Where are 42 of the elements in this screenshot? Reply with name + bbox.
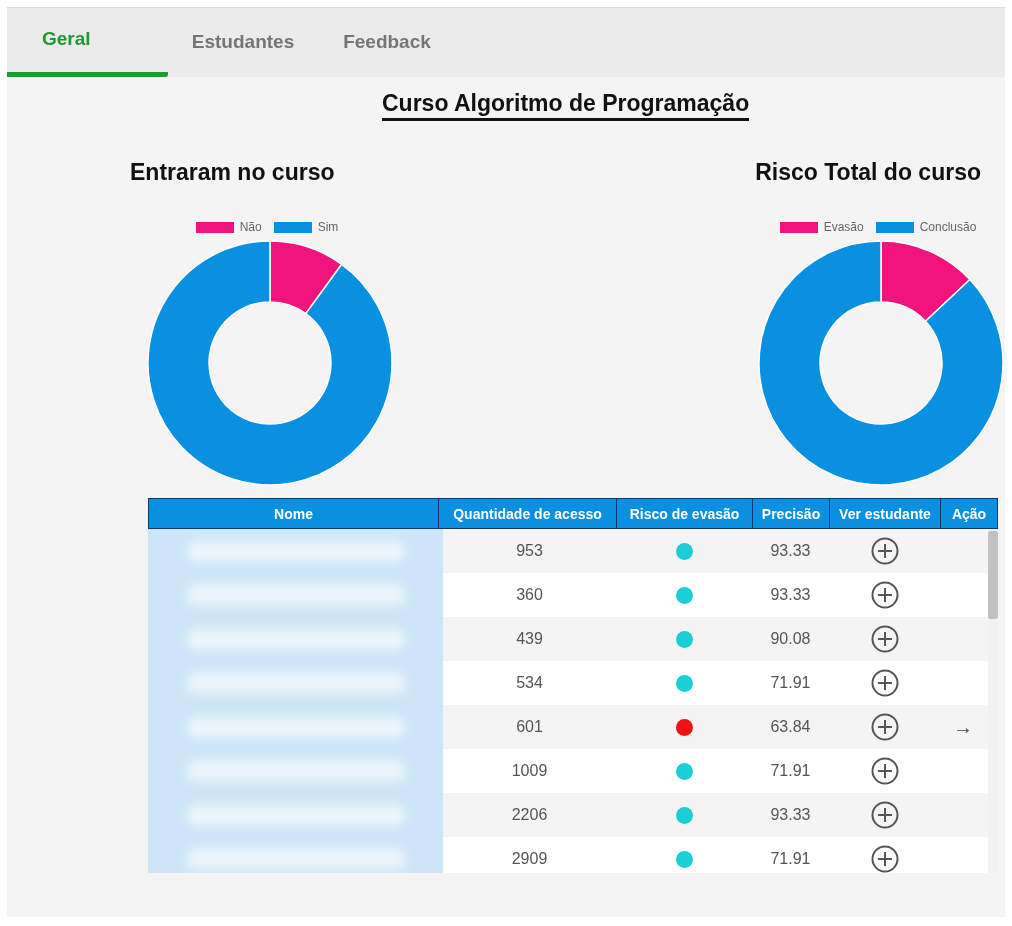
add-circle-icon[interactable] (870, 801, 899, 829)
table-cell-text: 2909 (510, 849, 549, 869)
scrollbar-thumb[interactable] (988, 531, 998, 619)
table-cell-text: 439 (515, 629, 544, 649)
course-title: Curso Algoritmo de Programação (382, 90, 750, 121)
table-cell-text: 1009 (510, 761, 549, 781)
legend-label: Sim (317, 220, 339, 234)
table-cell-text: 71.91 (769, 849, 812, 869)
add-circle-icon[interactable] (870, 845, 899, 873)
table-cell-text: 63.84 (769, 717, 812, 737)
add-circle-icon[interactable] (870, 537, 899, 565)
chart-title: Entraram no curso (130, 159, 335, 186)
legend-label: Evasão (823, 220, 864, 234)
table-cell-text: 93.33 (769, 541, 812, 561)
table-cell-text: 360 (515, 585, 544, 605)
table-cell-text: 71.91 (769, 761, 812, 781)
add-circle-icon[interactable] (870, 669, 899, 697)
legend-label: Conclusão (919, 220, 977, 234)
add-circle-icon[interactable] (870, 581, 899, 609)
tab[interactable]: Geral (7, 8, 168, 77)
table-cell-text: 93.33 (769, 805, 812, 825)
table-cell-text: 71.91 (769, 673, 812, 693)
table-cell-text: 2206 (510, 805, 549, 825)
legend-label: Não (239, 220, 262, 234)
add-circle-icon[interactable] (870, 757, 899, 785)
column-header: Ver estudante (830, 499, 941, 528)
table-cell-text: 90.08 (769, 629, 812, 649)
table-cell-text: 601 (515, 717, 544, 737)
table-cell-text: 93.33 (769, 585, 812, 605)
table-cell-text: 534 (515, 673, 544, 693)
tab[interactable]: Feedback (322, 8, 452, 77)
action-link[interactable]: → (953, 715, 973, 739)
add-circle-icon[interactable] (870, 625, 899, 653)
column-header: Precisão (753, 499, 830, 528)
table-cell-text: 953 (515, 541, 544, 561)
tab[interactable]: Estudantes (168, 8, 318, 77)
column-header: Ação (950, 504, 988, 524)
column-header: Risco de evasão (617, 499, 753, 528)
column-header: Nome (149, 499, 439, 528)
add-circle-icon[interactable] (870, 713, 899, 741)
column-header: Quantidade de acesso (439, 499, 617, 528)
chart-title: Risco Total do curso (755, 159, 981, 186)
